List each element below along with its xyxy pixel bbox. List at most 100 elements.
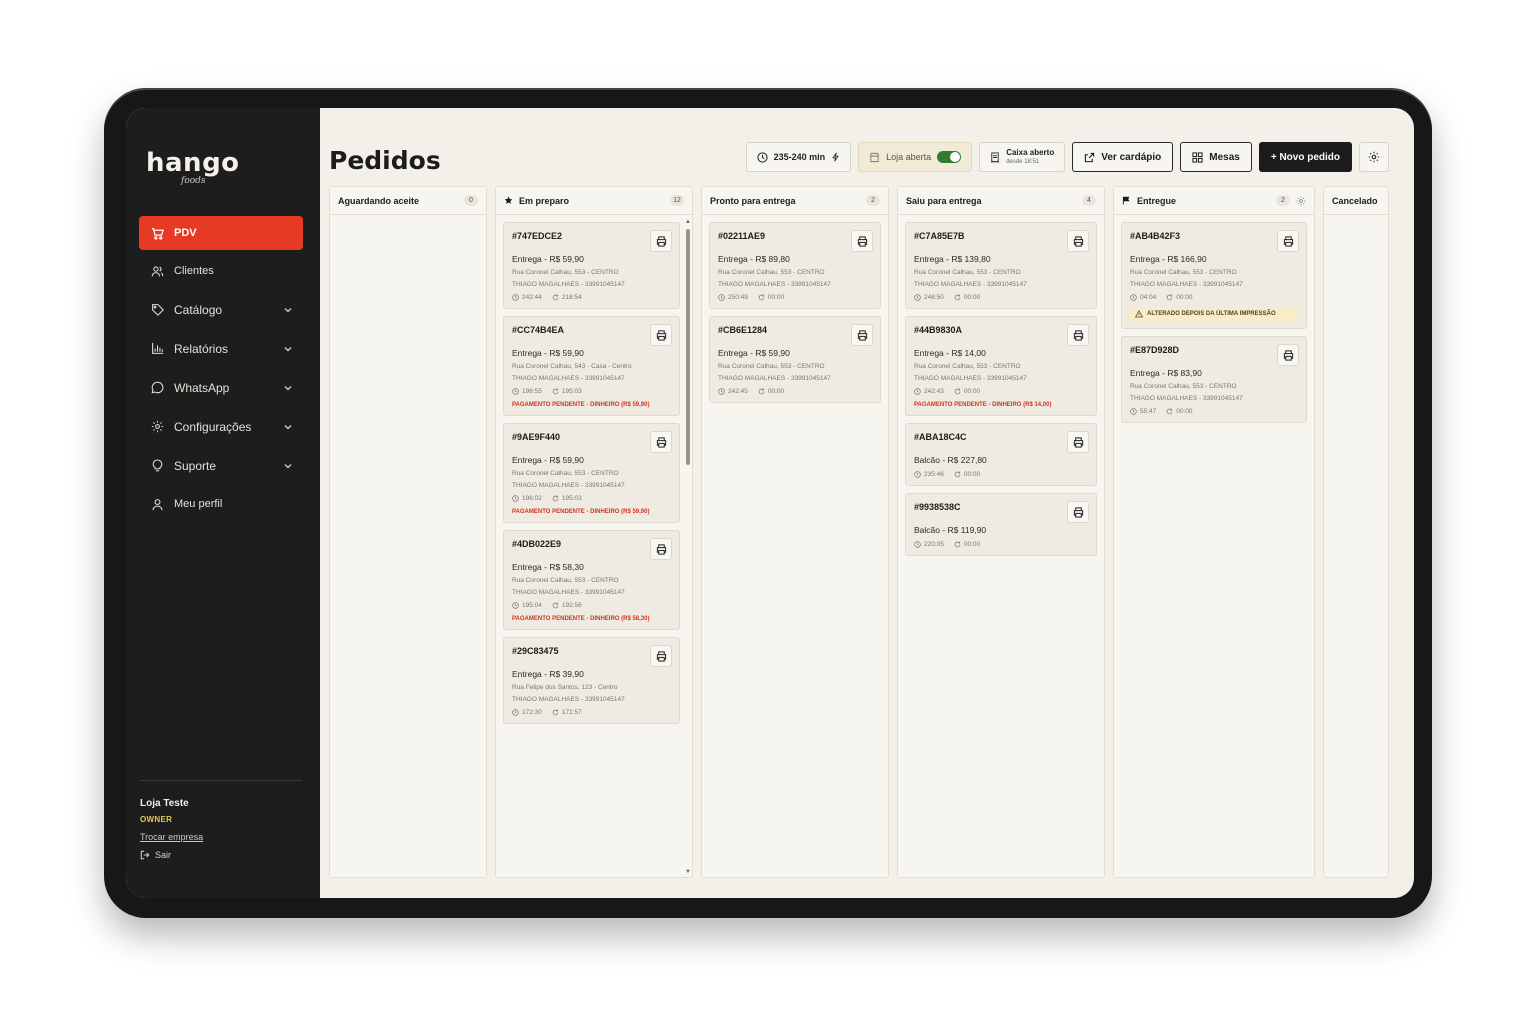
view-menu-button[interactable]: Ver cardápio: [1072, 142, 1174, 172]
order-id: #44B9830A: [914, 325, 963, 335]
print-button[interactable]: [650, 645, 672, 667]
order-id: #C7A85E7B: [914, 231, 965, 241]
order-id: #747EDCE2: [512, 231, 563, 241]
refresh-icon: [758, 294, 765, 301]
order-type-price: Entrega - R$ 83,90: [1130, 368, 1202, 378]
order-type-price: Entrega - R$ 59,90: [718, 348, 790, 358]
order-card[interactable]: #CB6E1284 Entrega - R$ 59,90 Rua Coronel…: [709, 316, 881, 403]
printer-icon: [656, 650, 666, 662]
print-button[interactable]: [650, 230, 672, 252]
tag-icon: [149, 302, 165, 318]
payment-pending-warning: PAGAMENTO PENDENTE - DINHEIRO (R$ 14,00): [914, 402, 1052, 408]
lightbulb-icon: [149, 458, 165, 474]
settings-button[interactable]: [1359, 142, 1389, 172]
clock-icon: [718, 388, 725, 395]
store-icon: [870, 152, 880, 162]
print-button[interactable]: [1067, 324, 1089, 346]
printer-icon: [1073, 235, 1083, 247]
store-open-toggle[interactable]: [937, 151, 962, 163]
sidebar-item-catalogo[interactable]: Catálogo: [139, 292, 303, 327]
column-em-preparo: Em preparo 12 #747EDCE2 Entrega - R$ 59,…: [495, 186, 693, 878]
printer-icon: [1283, 235, 1293, 247]
order-type-price: Entrega - R$ 59,90: [512, 455, 584, 465]
tablet-frame: hango foods PDV Clientes Catálogo Relató…: [104, 88, 1432, 918]
sidebar-item-whatsapp[interactable]: WhatsApp: [139, 370, 303, 405]
new-order-button[interactable]: + Novo pedido: [1258, 142, 1352, 172]
order-id: #29C83475: [512, 646, 559, 656]
order-times: 242:43 00:00: [914, 388, 1088, 395]
print-button[interactable]: [650, 431, 672, 453]
sidebar-item-label: Configurações: [174, 419, 252, 434]
brand-logo[interactable]: hango: [146, 148, 240, 178]
sidebar-item-clientes[interactable]: Clientes: [139, 254, 303, 288]
order-customer: THIAGO MAGALHAES - 33991045147: [1130, 395, 1243, 402]
order-times: 04:04 00:00: [1130, 294, 1298, 301]
order-type-price: Entrega - R$ 59,90: [512, 254, 584, 264]
scroll-up-arrow[interactable]: ▲: [685, 219, 691, 225]
column-aguardando-aceite: Aguardando aceite 0: [329, 186, 487, 878]
order-type-price: Entrega - R$ 58,30: [512, 562, 584, 572]
column-title: Pronto para entrega: [710, 195, 796, 206]
order-card[interactable]: #29C83475 Entrega - R$ 39,90 Rua Felipe …: [503, 637, 680, 724]
column-header: Em preparo 12: [496, 187, 692, 215]
order-card[interactable]: #E87D928D Entrega - R$ 83,90 Rua Coronel…: [1121, 336, 1307, 423]
order-customer: THIAGO MAGALHAES - 33991045147: [512, 375, 625, 382]
stage-time: 195:03: [561, 495, 582, 502]
column-header: Saiu para entrega 4: [898, 187, 1104, 215]
switch-company-link[interactable]: Trocar empresa: [140, 832, 203, 842]
order-card[interactable]: #9938538C Balcão - R$ 119,90 220:05 00:0…: [905, 493, 1097, 556]
print-button[interactable]: [1067, 230, 1089, 252]
clock-icon: [1130, 408, 1137, 415]
refresh-icon: [954, 471, 961, 478]
sidebar-item-pdv[interactable]: PDV: [139, 216, 303, 250]
column-saiu-para-entrega: Saiu para entrega 4 #C7A85E7B Entrega - …: [897, 186, 1105, 878]
store-status-chip[interactable]: Loja aberta: [858, 142, 973, 172]
sidebar-item-suporte[interactable]: Suporte: [139, 448, 303, 483]
print-button[interactable]: [851, 324, 873, 346]
delivery-time-chip[interactable]: 235-240 min: [745, 142, 852, 172]
sidebar-item-label: Meu perfil: [174, 498, 223, 510]
elapsed-time: 55:47: [1140, 408, 1157, 415]
refresh-icon: [552, 602, 559, 609]
delivery-time-value: 235-240 min: [773, 152, 826, 162]
tables-button[interactable]: Mesas: [1180, 142, 1252, 172]
order-address: Rua Coronel Calhau, 553 - CENTRO: [1130, 269, 1237, 276]
refresh-icon: [552, 709, 559, 716]
toolbar: 235-240 min Loja aberta Caixa aberto des…: [745, 142, 1389, 172]
clock-icon: [914, 294, 921, 301]
logout-button[interactable]: Sair: [140, 850, 203, 860]
print-button[interactable]: [1067, 431, 1089, 453]
column-header: Aguardando aceite 0: [330, 187, 486, 215]
order-card[interactable]: #747EDCE2 Entrega - R$ 59,90 Rua Coronel…: [503, 222, 680, 309]
sidebar-item-configuracoes[interactable]: Configurações: [139, 409, 303, 444]
print-button[interactable]: [650, 324, 672, 346]
order-card[interactable]: #02211AE9 Entrega - R$ 89,80 Rua Coronel…: [709, 222, 881, 309]
order-card[interactable]: #CC74B4EA Entrega - R$ 59,90 Rua Coronel…: [503, 316, 680, 416]
scroll-down-arrow[interactable]: ▼: [685, 869, 691, 875]
print-button[interactable]: [650, 538, 672, 560]
gear-icon: [1368, 151, 1380, 163]
order-times: 196:02 195:03: [512, 495, 671, 502]
order-card[interactable]: #44B9830A Entrega - R$ 14,00 Rua Coronel…: [905, 316, 1097, 416]
gear-icon[interactable]: [1296, 196, 1306, 206]
order-card[interactable]: #AB4B42F3 Entrega - R$ 166,90 Rua Corone…: [1121, 222, 1307, 329]
print-button[interactable]: [1277, 344, 1299, 366]
logout-label: Sair: [155, 850, 172, 860]
order-card[interactable]: #4DB022E9 Entrega - R$ 58,30 Rua Coronel…: [503, 530, 680, 630]
sidebar-item-meu-perfil[interactable]: Meu perfil: [139, 487, 303, 521]
print-button[interactable]: [1277, 230, 1299, 252]
print-button[interactable]: [851, 230, 873, 252]
stage-time: 00:00: [767, 388, 785, 395]
order-card[interactable]: #ABA18C4C Balcão - R$ 227,80 235:46 00:0…: [905, 423, 1097, 486]
order-type-price: Entrega - R$ 14,00: [914, 348, 986, 358]
column-scrollbar[interactable]: [686, 229, 690, 465]
cashier-chip[interactable]: Caixa aberto desde 18:51: [979, 142, 1066, 172]
sidebar-item-relatorios[interactable]: Relatórios: [139, 331, 303, 366]
order-card[interactable]: #C7A85E7B Entrega - R$ 139,80 Rua Corone…: [905, 222, 1097, 309]
order-address: Rua Coronel Calhau, 553 - CENTRO: [1130, 383, 1237, 390]
refresh-icon: [552, 294, 559, 301]
clock-icon: [512, 388, 519, 395]
print-button[interactable]: [1067, 501, 1089, 523]
order-card[interactable]: #9AE9F440 Entrega - R$ 59,90 Rua Coronel…: [503, 423, 680, 523]
refresh-icon: [954, 541, 961, 548]
